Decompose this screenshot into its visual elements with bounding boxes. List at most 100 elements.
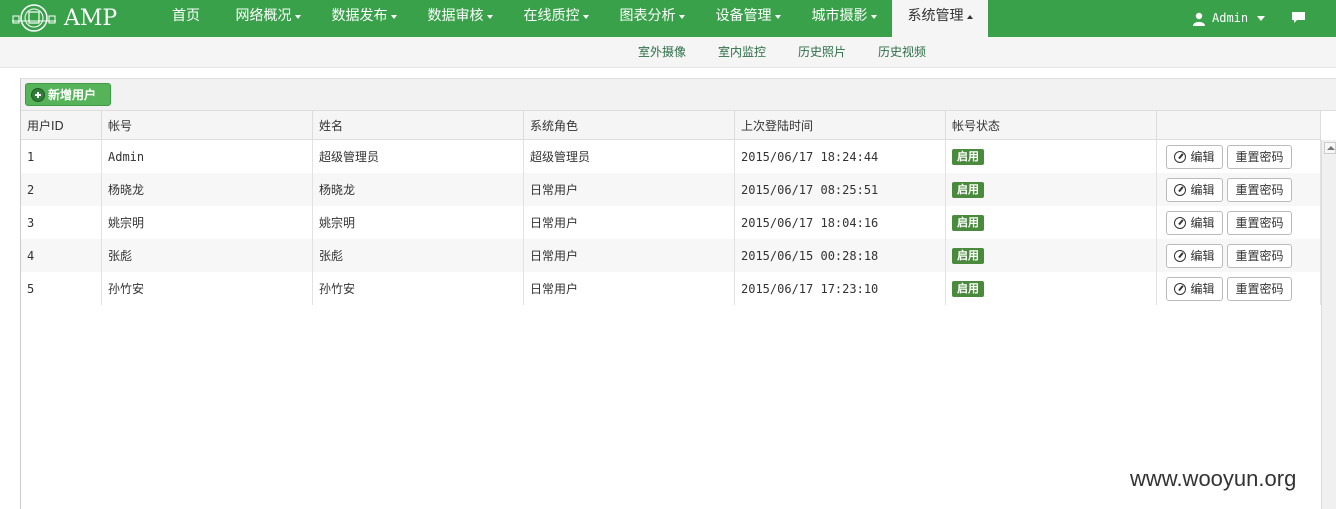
header-account[interactable]: 帐号 [102,111,313,139]
cell-role: 日常用户 [524,239,735,272]
cell-account: Admin [102,140,313,173]
cell-actions: 编辑 重置密码 [1157,173,1321,206]
grid-toolbar: 新增用户 [21,79,1336,111]
edit-button[interactable]: 编辑 [1166,276,1223,301]
reset-password-button[interactable]: 重置密码 [1227,243,1292,268]
status-badge: 启用 [952,214,984,231]
cell-last-login: 2015/06/17 18:04:16 [735,206,946,239]
chat-icon[interactable] [1292,12,1305,24]
cell-user-id: 4 [21,239,102,272]
nav-item-label: 数据发布 [331,8,388,24]
reset-password-button[interactable]: 重置密码 [1227,177,1292,202]
nav-item-label: 城市摄影 [811,8,868,24]
reset-password-button[interactable]: 重置密码 [1227,276,1292,301]
nav-item-label: 图表分析 [619,8,676,24]
status-badge: 启用 [952,247,984,264]
cell-actions: 编辑 重置密码 [1157,239,1321,272]
add-user-label: 新增用户 [48,88,97,102]
nav-item-label: 数据审核 [427,8,484,24]
cell-last-login: 2015/06/17 08:25:51 [735,173,946,206]
grid-header: 用户ID 帐号 姓名 系统角色 上次登陆时间 帐号状态 [21,111,1321,140]
top-navbar: AMP 首页 网络概况 数据发布 数据审核 在线质控 图表分析 设备管理 城市摄影 系统管理 A… [0,0,1336,37]
nav-item-data-review[interactable]: 数据审核 [412,0,508,37]
chevron-down-icon [486,15,493,19]
cell-name: 孙竹安 [313,272,524,305]
nav-item-network-overview[interactable]: 网络概况 [220,0,316,37]
grid-body: 1 Admin 超级管理员 超级管理员 2015/06/17 18:24:44 启用 编辑重… [21,140,1321,305]
subnav-item-history-videos[interactable]: 历史视频 [878,43,926,60]
nav-item-label: 在线质控 [523,8,580,24]
cell-user-id: 1 [21,140,102,173]
edit-label: 编辑 [1190,216,1215,230]
nav-item-chart-analysis[interactable]: 图表分析 [604,0,700,37]
subnav-item-outdoor-camera[interactable]: 室外摄像 [638,43,686,60]
nav-item-online-qc[interactable]: 在线质控 [508,0,604,37]
cell-role: 日常用户 [524,173,735,206]
edit-button[interactable]: 编辑 [1166,144,1223,169]
cell-status: 启用 [946,272,1157,305]
cell-role: 日常用户 [524,206,735,239]
header-role[interactable]: 系统角色 [524,111,735,139]
logo-seal-icon [10,3,58,33]
chevron-down-icon [870,15,877,19]
cell-last-login: 2015/06/17 18:24:44 [735,140,946,173]
cell-role: 日常用户 [524,272,735,305]
subnav-item-history-photos[interactable]: 历史照片 [798,43,846,60]
cell-last-login: 2015/06/17 17:23:10 [735,272,946,305]
cell-name: 姚宗明 [313,206,524,239]
user-management-panel: 新增用户 用户ID 帐号 姓名 系统角色 上次登陆时间 帐号状态 1 Admin 超… [20,78,1336,509]
header-name[interactable]: 姓名 [313,111,524,139]
cell-status: 启用 [946,140,1157,173]
reset-password-button[interactable]: 重置密码 [1227,144,1292,169]
cell-name: 超级管理员 [313,140,524,173]
table-row[interactable]: 5 孙竹安 孙竹安 日常用户 2015/06/17 17:23:10 启用 编辑 重置密码 [21,272,1321,305]
add-user-button[interactable]: 新增用户 [25,83,111,106]
nav-item-label: 网络概况 [235,8,292,24]
edit-button[interactable]: 编辑 [1166,177,1223,202]
cell-status: 启用 [946,239,1157,272]
header-user-id[interactable]: 用户ID [21,111,102,139]
table-row[interactable]: 3 姚宗明 姚宗明 日常用户 2015/06/17 18:04:16 启用 编辑 重置密码 [21,206,1321,239]
nav-item-device-management[interactable]: 设备管理 [700,0,796,37]
header-last-login[interactable]: 上次登陆时间 [735,111,946,139]
cell-account: 孙竹安 [102,272,313,305]
nav-item-system-management[interactable]: 系统管理 [892,0,988,37]
main-nav: 首页 网络概况 数据发布 数据审核 在线质控 图表分析 设备管理 城市摄影 系统管理 [152,0,988,37]
chevron-down-icon [390,15,397,19]
cell-user-id: 3 [21,206,102,239]
table-row[interactable]: 2 杨晓龙 杨晓龙 日常用户 2015/06/17 08:25:51 启用 编辑 重置密码 [21,173,1321,206]
table-row[interactable]: 4 张彪 张彪 日常用户 2015/06/15 00:28:18 启用 编辑 重置密码 [21,239,1321,272]
user-menu[interactable]: Admin [1192,0,1266,37]
edit-icon [1174,183,1187,196]
cell-status: 启用 [946,206,1157,239]
edit-button[interactable]: 编辑 [1166,210,1223,235]
table-row[interactable]: 1 Admin 超级管理员 超级管理员 2015/06/17 18:24:44 启用 编辑重… [21,140,1321,173]
cell-user-id: 5 [21,272,102,305]
reset-password-button[interactable]: 重置密码 [1227,210,1292,235]
cell-account: 姚宗明 [102,206,313,239]
cell-role: 超级管理员 [524,140,735,173]
nav-item-home[interactable]: 首页 [152,0,220,37]
edit-button[interactable]: 编辑 [1166,243,1223,268]
cell-actions: 编辑 重置密码 [1157,272,1321,305]
edit-icon [1174,282,1187,295]
logo[interactable]: AMP [10,2,117,34]
header-status[interactable]: 帐号状态 [946,111,1157,139]
cell-name: 张彪 [313,239,524,272]
cell-account: 杨晓龙 [102,173,313,206]
watermark: www.wooyun.org [1130,466,1297,491]
cell-user-id: 2 [21,173,102,206]
chevron-down-icon [774,15,781,19]
sub-navbar: 室外摄像 室内监控 历史照片 历史视频 [0,37,1336,68]
chevron-down-icon [1257,16,1266,21]
edit-label: 编辑 [1190,249,1215,263]
chevron-up-icon [966,15,973,19]
nav-item-city-photography[interactable]: 城市摄影 [796,0,892,37]
subnav-item-indoor-monitor[interactable]: 室内监控 [718,43,766,60]
vertical-scrollbar[interactable] [1321,140,1336,509]
edit-icon [1174,249,1187,262]
chevron-down-icon [294,15,301,19]
nav-item-data-publish[interactable]: 数据发布 [316,0,412,37]
scroll-up-icon[interactable] [1324,142,1336,154]
edit-label: 编辑 [1190,150,1215,164]
